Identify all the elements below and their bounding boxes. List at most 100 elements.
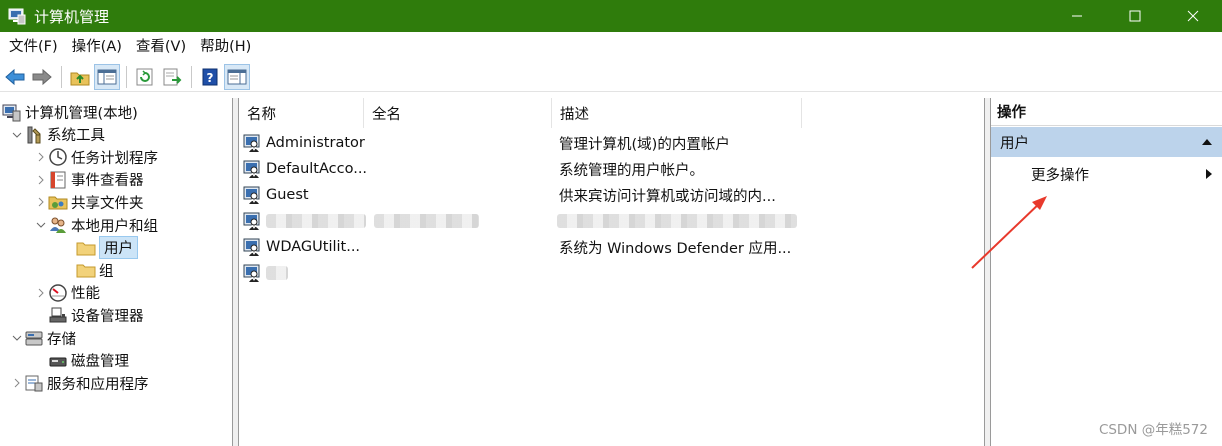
- close-icon: [1187, 10, 1199, 22]
- column-header-description[interactable]: 描述: [552, 98, 802, 128]
- tree-item[interactable]: 设备管理器: [34, 304, 144, 326]
- user-icon: [243, 185, 263, 205]
- tree-item[interactable]: 计算机管理(本地): [2, 101, 138, 123]
- submenu-arrow-icon: [1206, 169, 1212, 179]
- export-list-icon: [163, 68, 182, 85]
- actions-section-users[interactable]: 用户: [991, 127, 1222, 157]
- tree-item-label: 任务计划程序: [71, 150, 158, 167]
- chevron-down-icon[interactable]: [10, 331, 24, 345]
- refresh-button[interactable]: [132, 64, 158, 90]
- tree-item[interactable]: 组: [62, 259, 114, 281]
- tree-item[interactable]: 事件查看器: [34, 169, 144, 191]
- export-list-button[interactable]: [159, 64, 185, 90]
- back-button[interactable]: [2, 64, 28, 90]
- users-groups-icon: [48, 215, 68, 235]
- tree-item[interactable]: 共享文件夹: [34, 191, 144, 213]
- tree-item[interactable]: 任务计划程序: [34, 146, 158, 168]
- shared-folder-icon: [48, 192, 68, 212]
- more-actions-label: 更多操作: [1031, 167, 1089, 184]
- maximize-icon: [1129, 10, 1141, 22]
- close-button[interactable]: [1164, 0, 1222, 32]
- tree-item-label: 事件查看器: [71, 173, 144, 190]
- window-title: 计算机管理: [34, 7, 110, 26]
- services-icon: [24, 373, 44, 393]
- user-icon: [243, 159, 263, 179]
- tree-item[interactable]: 本地用户和组: [34, 214, 158, 236]
- user-icon: [243, 263, 263, 283]
- cell-desc: 系统管理的用户帐户。: [559, 162, 704, 179]
- chevron-down-icon[interactable]: [10, 128, 24, 142]
- user-list: 名称 全名 描述 Administrator 管理计算机(域)的内置帐户 Defau…: [238, 98, 985, 446]
- tree-item[interactable]: 用户: [62, 236, 138, 260]
- menu-bar: 文件(F) 操作(A) 查看(V) 帮助(H): [0, 32, 1222, 62]
- tree-item-label: 存储: [47, 331, 76, 348]
- list-header: 名称 全名 描述: [239, 98, 984, 128]
- menu-action[interactable]: 操作(A): [65, 32, 129, 62]
- folder-icon: [76, 238, 96, 258]
- menu-help[interactable]: 帮助(H): [193, 32, 258, 62]
- computer-management-icon: [6, 5, 28, 27]
- tree-item-label: 本地用户和组: [71, 218, 158, 235]
- help-button[interactable]: ?: [197, 64, 223, 90]
- tree-item[interactable]: 服务和应用程序: [10, 372, 149, 394]
- maximize-button[interactable]: [1106, 0, 1164, 32]
- tree-item-label: 性能: [71, 286, 100, 303]
- tree-item[interactable]: 磁盘管理: [34, 350, 129, 372]
- minimize-button[interactable]: [1048, 0, 1106, 32]
- redacted-description: [557, 214, 797, 228]
- cell-name: Guest: [266, 187, 309, 203]
- redacted-name: [266, 214, 366, 228]
- computer-management-icon: [2, 102, 22, 122]
- chevron-right-icon[interactable]: [34, 286, 48, 300]
- folder-icon: [76, 260, 96, 280]
- tree-item-label: 磁盘管理: [71, 354, 129, 371]
- tree-item[interactable]: 性能: [34, 282, 100, 304]
- show-hide-tree-button[interactable]: [94, 63, 120, 90]
- list-item[interactable]: WDAGUtilit... 系统为 Windows Defender 应用...: [243, 234, 983, 260]
- back-icon: [5, 68, 25, 85]
- column-header-name[interactable]: 名称: [239, 98, 364, 128]
- forward-button[interactable]: [29, 64, 55, 90]
- properties-pane-button[interactable]: [224, 63, 250, 90]
- up-folder-button[interactable]: [67, 64, 93, 90]
- cell-desc: 供来宾访问计算机或访问域的内...: [559, 188, 776, 205]
- column-header-fullname[interactable]: 全名: [364, 98, 552, 128]
- actions-pane: 操作 用户 更多操作: [990, 98, 1222, 446]
- tree-item-label: 系统工具: [47, 128, 105, 145]
- performance-icon: [48, 283, 68, 303]
- list-item[interactable]: Administrator 管理计算机(域)的内置帐户: [243, 130, 983, 156]
- device-manager-icon: [48, 305, 68, 325]
- actions-title: 操作: [991, 98, 1222, 126]
- tree-item[interactable]: 系统工具: [10, 124, 105, 146]
- user-icon: [243, 211, 263, 231]
- chevron-right-icon[interactable]: [34, 173, 48, 187]
- tree-item-label: 用户: [99, 236, 138, 260]
- menu-file[interactable]: 文件(F): [2, 32, 65, 62]
- chevron-down-icon[interactable]: [34, 218, 48, 232]
- system-tools-icon: [24, 125, 44, 145]
- list-item[interactable]: DefaultAcco... 系统管理的用户帐户。: [243, 156, 983, 182]
- toolbar: ?: [0, 62, 1222, 92]
- minimize-icon: [1072, 15, 1082, 17]
- redacted-name: [266, 266, 288, 280]
- more-actions-item[interactable]: 更多操作: [991, 161, 1222, 187]
- chevron-right-icon[interactable]: [34, 195, 48, 209]
- list-item[interactable]: [243, 208, 983, 234]
- cell-name: WDAGUtilit...: [266, 239, 361, 255]
- tree-item[interactable]: 存储: [10, 327, 76, 349]
- watermark: CSDN @年糕572: [1098, 422, 1208, 438]
- toolbar-separator: [61, 65, 62, 88]
- chevron-right-icon[interactable]: [34, 150, 48, 164]
- menu-view[interactable]: 查看(V): [129, 32, 193, 62]
- cell-desc: 系统为 Windows Defender 应用...: [559, 240, 792, 257]
- toolbar-separator: [191, 65, 192, 88]
- chevron-right-icon[interactable]: [10, 376, 24, 390]
- svg-text:?: ?: [207, 71, 214, 85]
- list-item[interactable]: Guest 供来宾访问计算机或访问域的内...: [243, 182, 983, 208]
- list-item[interactable]: [243, 260, 983, 286]
- actions-section-label: 用户: [1000, 135, 1029, 152]
- storage-icon: [24, 328, 44, 348]
